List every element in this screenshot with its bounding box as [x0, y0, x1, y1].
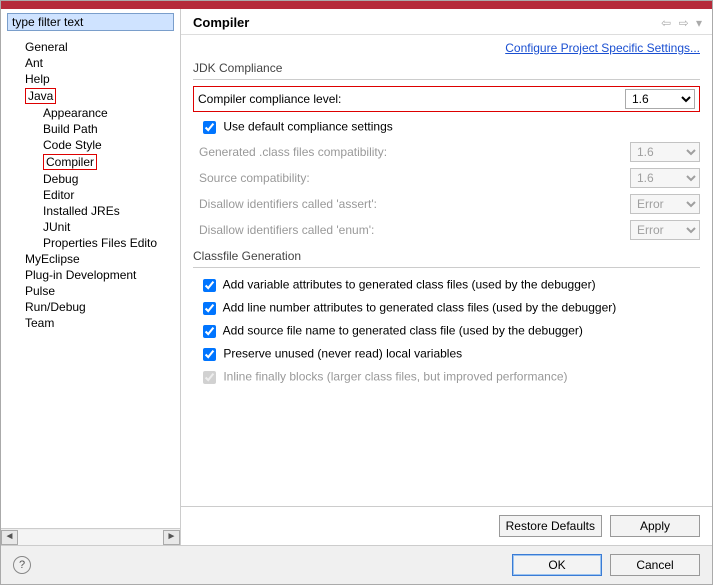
compliance-level-select[interactable]: 1.6	[625, 89, 695, 109]
tree-item-buildpath[interactable]: Build Path	[43, 121, 180, 137]
sidebar-hscrollbar[interactable]: ◄ ►	[1, 528, 180, 545]
src-compat-row: Source compatibility: 1.6	[193, 165, 700, 191]
use-default-checkbox[interactable]	[203, 121, 216, 134]
scroll-left-icon[interactable]: ◄	[1, 530, 18, 545]
src-file-checkbox[interactable]	[203, 325, 216, 338]
page-body: Configure Project Specific Settings... J…	[181, 35, 712, 506]
highlight-compiler: Compiler	[43, 154, 97, 170]
tree-item-editor[interactable]: Editor	[43, 187, 180, 203]
configure-project-link[interactable]: Configure Project Specific Settings...	[505, 41, 700, 55]
disallow-enum-label: Disallow identifiers called 'enum':	[199, 223, 630, 237]
disallow-assert-select: Error	[630, 194, 700, 214]
main-panel: Compiler ⇦ ⇨ ▾ Configure Project Specifi…	[181, 9, 712, 545]
var-attr-label: Add variable attributes to generated cla…	[223, 278, 596, 292]
use-default-label: Use default compliance settings	[223, 120, 392, 134]
tree-item-plugindev[interactable]: Plug-in Development	[25, 267, 180, 283]
gen-class-label: Generated .class files compatibility:	[199, 145, 630, 159]
classfile-group-label: Classfile Generation	[193, 249, 700, 263]
title-bar	[1, 1, 712, 9]
jdk-group-label: JDK Compliance	[193, 61, 700, 75]
src-file-row: Add source file name to generated class …	[193, 320, 700, 343]
inline-label: Inline finally blocks (larger class file…	[223, 370, 567, 384]
disallow-assert-row: Disallow identifiers called 'assert': Er…	[193, 191, 700, 217]
dialog-content: General Ant Help Java Appearance Build P…	[1, 9, 712, 545]
ok-button[interactable]: OK	[512, 554, 602, 576]
tree-item-appearance[interactable]: Appearance	[43, 105, 180, 121]
jdk-group-rule	[193, 79, 700, 80]
disallow-enum-row: Disallow identifiers called 'enum': Erro…	[193, 217, 700, 243]
tree-item-help[interactable]: Help	[25, 71, 180, 87]
sidebar: General Ant Help Java Appearance Build P…	[1, 9, 181, 545]
classfile-group-rule	[193, 267, 700, 268]
page-button-bar: Restore Defaults Apply	[181, 506, 712, 545]
compliance-level-label: Compiler compliance level:	[198, 92, 625, 106]
page-title: Compiler	[193, 15, 657, 30]
tree-item-installedjres[interactable]: Installed JREs	[43, 203, 180, 219]
inline-row: Inline finally blocks (larger class file…	[193, 366, 700, 389]
gen-class-row: Generated .class files compatibility: 1.…	[193, 139, 700, 165]
src-file-label: Add source file name to generated class …	[223, 324, 583, 338]
tree-item-debug[interactable]: Debug	[43, 171, 180, 187]
line-attr-label: Add line number attributes to generated …	[223, 301, 617, 315]
tree-item-general[interactable]: General	[25, 39, 180, 55]
project-settings-link-row: Configure Project Specific Settings...	[193, 41, 700, 55]
inline-checkbox	[203, 371, 216, 384]
tree-item-compiler[interactable]: Compiler	[43, 153, 180, 171]
compliance-level-row: Compiler compliance level: 1.6	[193, 86, 700, 112]
use-default-row: Use default compliance settings	[193, 116, 700, 139]
tree-item-codestyle[interactable]: Code Style	[43, 137, 180, 153]
apply-button[interactable]: Apply	[610, 515, 700, 537]
filter-input[interactable]	[7, 13, 174, 31]
scroll-track[interactable]	[18, 530, 163, 545]
preserve-row: Preserve unused (never read) local varia…	[193, 343, 700, 366]
line-attr-checkbox[interactable]	[203, 302, 216, 315]
header-nav: ⇦ ⇨ ▾	[657, 16, 702, 30]
nav-menu-icon[interactable]: ▾	[696, 16, 702, 30]
highlight-java: Java	[25, 88, 56, 104]
help-icon[interactable]: ?	[13, 556, 31, 574]
tree-item-java[interactable]: Java	[25, 87, 180, 105]
tree-item-propfiles[interactable]: Properties Files Edito	[43, 235, 180, 251]
preserve-label: Preserve unused (never read) local varia…	[223, 347, 462, 361]
var-attr-checkbox[interactable]	[203, 279, 216, 292]
tree-item-ant[interactable]: Ant	[25, 55, 180, 71]
tree-item-pulse[interactable]: Pulse	[25, 283, 180, 299]
tree-item-myeclipse[interactable]: MyEclipse	[25, 251, 180, 267]
scroll-right-icon[interactable]: ►	[163, 530, 180, 545]
restore-defaults-button[interactable]: Restore Defaults	[499, 515, 602, 537]
src-compat-select: 1.6	[630, 168, 700, 188]
src-compat-label: Source compatibility:	[199, 171, 630, 185]
nav-back-icon[interactable]: ⇦	[661, 16, 671, 30]
disallow-enum-select: Error	[630, 220, 700, 240]
dialog-footer: ? OK Cancel	[1, 545, 712, 584]
page-header: Compiler ⇦ ⇨ ▾	[181, 9, 712, 35]
nav-fwd-icon[interactable]: ⇨	[679, 16, 689, 30]
gen-class-select: 1.6	[630, 142, 700, 162]
disallow-assert-label: Disallow identifiers called 'assert':	[199, 197, 630, 211]
cancel-button[interactable]: Cancel	[610, 554, 700, 576]
tree-item-team[interactable]: Team	[25, 315, 180, 331]
preserve-checkbox[interactable]	[203, 348, 216, 361]
line-attr-row: Add line number attributes to generated …	[193, 297, 700, 320]
tree-item-junit[interactable]: JUnit	[43, 219, 180, 235]
tree-item-rundebug[interactable]: Run/Debug	[25, 299, 180, 315]
var-attr-row: Add variable attributes to generated cla…	[193, 274, 700, 297]
preferences-tree: General Ant Help Java Appearance Build P…	[1, 35, 180, 528]
